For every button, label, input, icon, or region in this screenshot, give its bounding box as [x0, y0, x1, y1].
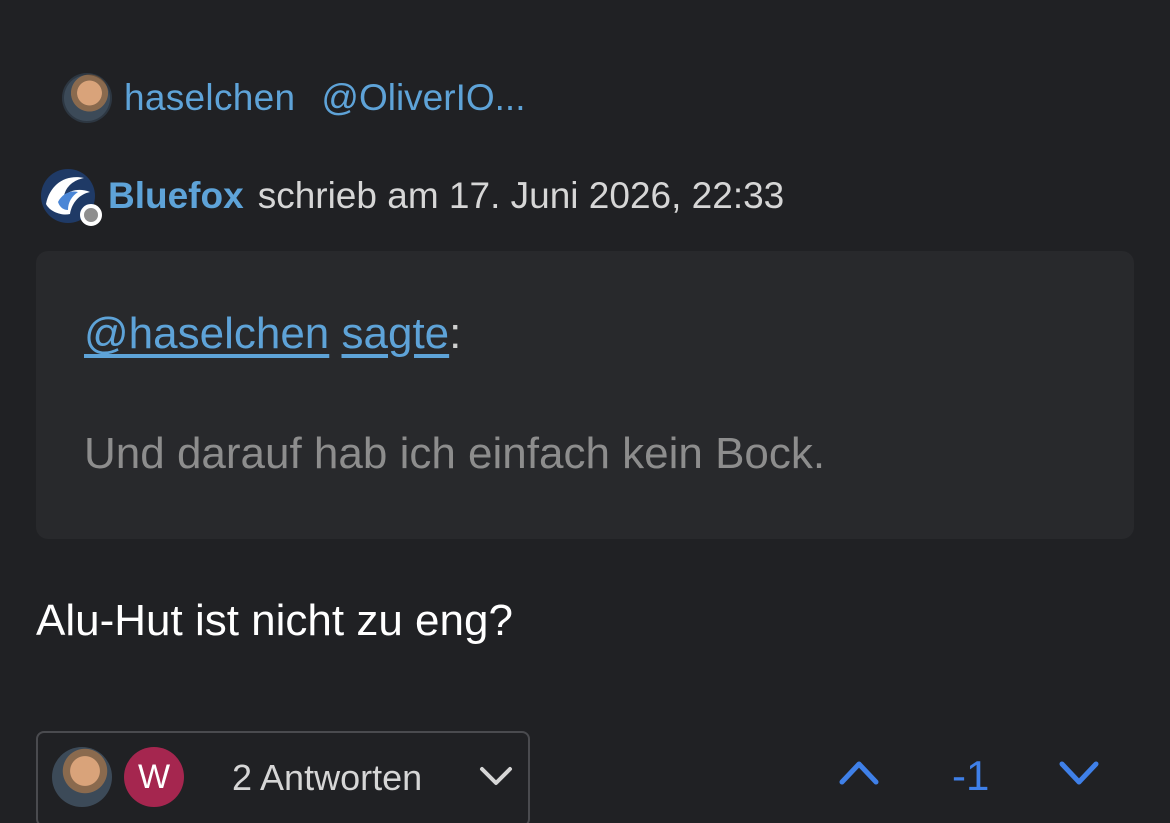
author-line: Bluefox schrieb am 17. Juni 2026, 22:33 [40, 168, 785, 226]
quote-said-link[interactable]: sagte [342, 309, 450, 358]
quote-text: Und darauf hab ich einfach kein Bock. [84, 429, 826, 478]
reply-avatar-w: W [124, 747, 184, 807]
haselchen-avatar[interactable] [62, 73, 112, 123]
replies-button[interactable]: W 2 Antworten [36, 731, 530, 823]
post-timestamp[interactable]: schrieb am 17. Juni 2026, 22:33 [258, 175, 785, 217]
upvote-chevron-icon[interactable] [838, 756, 880, 788]
post-container: haselchen @OliverIO... Bluefox schrieb a… [0, 0, 1170, 823]
quote-header: @haselchen sagte: [84, 309, 461, 359]
post-body: Alu-Hut ist nicht zu eng? [36, 596, 513, 645]
replies-label: 2 Antworten [232, 757, 423, 798]
blockquote: @haselchen sagte: Und darauf hab ich ein… [36, 251, 1134, 539]
status-dot-icon [80, 204, 102, 226]
reply-avatar-haselchen [52, 747, 112, 807]
vote-count: -1 [952, 752, 990, 799]
quote-mention-link[interactable]: @haselchen [84, 309, 329, 358]
downvote-chevron-icon[interactable] [1058, 758, 1100, 790]
reply-to-line: haselchen @OliverIO... [62, 72, 525, 124]
reply-to-username[interactable]: haselchen [124, 77, 295, 119]
chevron-down-icon [480, 767, 512, 785]
quote-colon: : [449, 309, 462, 358]
reply-to-mention[interactable]: @OliverIO... [321, 77, 525, 119]
bluefox-avatar[interactable] [40, 168, 102, 226]
author-name[interactable]: Bluefox [108, 175, 244, 217]
